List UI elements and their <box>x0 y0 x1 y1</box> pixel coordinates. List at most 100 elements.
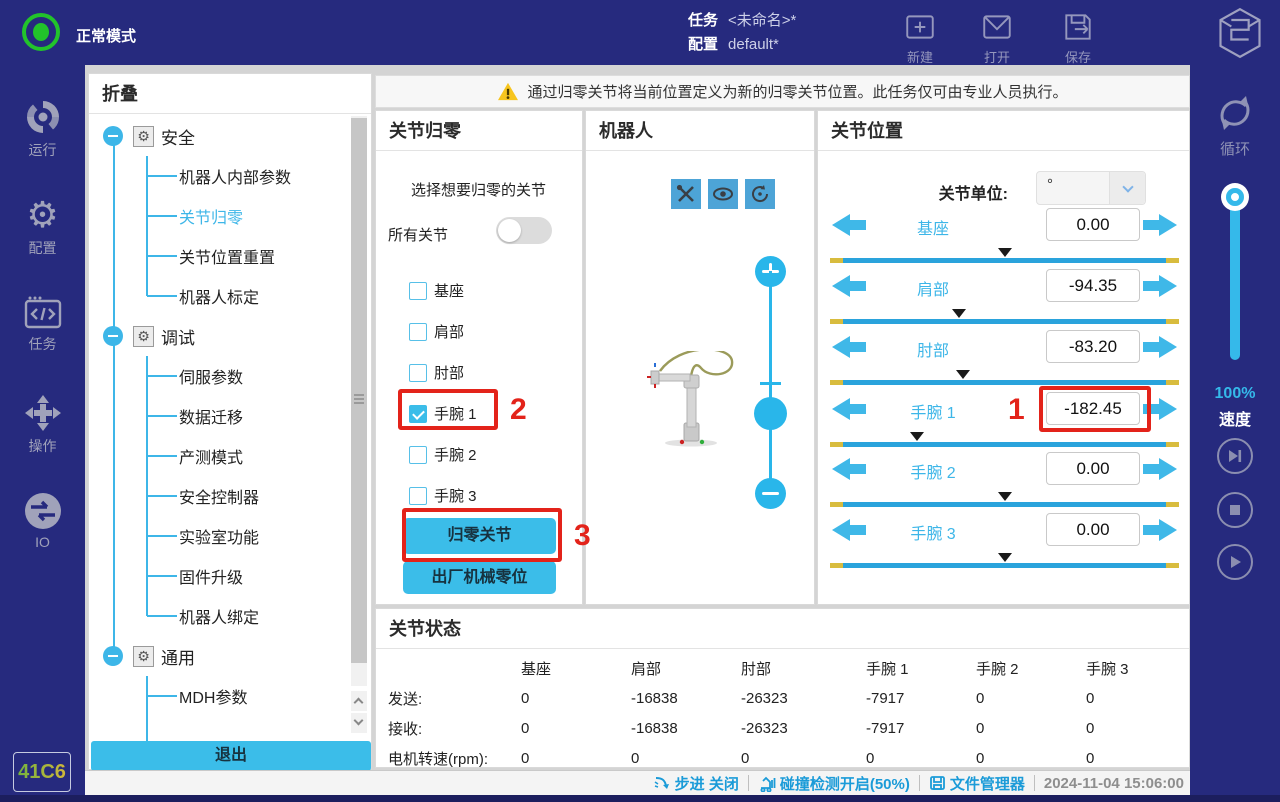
panel-title: 关节位置 <box>818 111 1189 151</box>
joint-value-input[interactable] <box>1046 269 1140 302</box>
checkbox[interactable] <box>409 323 427 341</box>
checkbox-row-elbow[interactable]: 肘部 <box>409 362 464 383</box>
tree-item-firmware-upgrade[interactable]: 固件升级 <box>89 556 371 596</box>
slider-marker[interactable] <box>998 492 1012 501</box>
sidebar-item-config[interactable]: ⚙ 配置 <box>0 195 85 258</box>
joint-decrease-button[interactable] <box>832 398 866 420</box>
tree-item-joint-position-reset[interactable]: 关节位置重置 <box>89 236 371 276</box>
slider-marker[interactable] <box>998 553 1012 562</box>
joint-value-input[interactable] <box>1046 330 1140 363</box>
joint-decrease-button[interactable] <box>832 458 866 480</box>
joint-decrease-button[interactable] <box>832 214 866 236</box>
joint-label[interactable]: 基座 <box>878 215 988 239</box>
joint-label[interactable]: 手腕 1 <box>878 399 988 423</box>
save-button[interactable]: 保存 <box>1046 10 1110 66</box>
robot-3d-view[interactable] <box>646 351 761 451</box>
joint-value-input[interactable] <box>1046 513 1140 546</box>
collapse-icon[interactable] <box>103 646 123 666</box>
play-button[interactable] <box>1217 544 1253 580</box>
sidebar-item-operate[interactable]: 操作 <box>0 393 85 456</box>
joint-decrease-button[interactable] <box>832 275 866 297</box>
save-icon <box>1061 10 1095 44</box>
loop-button[interactable]: 循环 <box>1190 90 1280 159</box>
exit-button[interactable]: 退出 <box>91 741 371 771</box>
tree-item-robot-internal-params[interactable]: 机器人内部参数 <box>89 156 371 196</box>
joint-label[interactable]: 手腕 2 <box>878 459 988 483</box>
tree-item-robot-binding[interactable]: 机器人绑定 <box>89 596 371 636</box>
step-mode-status[interactable]: 步进 关闭 <box>654 773 739 794</box>
joint-increase-button[interactable] <box>1143 336 1177 358</box>
checkbox-row-wrist3[interactable]: 手腕 3 <box>409 485 477 506</box>
joint-slider-track[interactable] <box>830 319 1179 324</box>
joint-increase-button[interactable] <box>1143 214 1177 236</box>
checkbox[interactable] <box>409 487 427 505</box>
joint-slider-track[interactable] <box>830 502 1179 507</box>
joint-unit-select[interactable]: ° <box>1036 171 1146 205</box>
new-button[interactable]: 新建 <box>888 10 952 66</box>
robot-rotate-button[interactable] <box>745 179 775 209</box>
joint-label[interactable]: 肘部 <box>878 337 988 361</box>
cell: -16838 <box>631 720 741 737</box>
joint-decrease-button[interactable] <box>832 519 866 541</box>
tree-item-safety-controller[interactable]: 安全控制器 <box>89 476 371 516</box>
tree-node-safety[interactable]: ⚙ 安全 <box>89 116 371 156</box>
tree-item-servo-params[interactable]: 伺服参数 <box>89 356 371 396</box>
mode-status-icon <box>22 13 60 51</box>
scrollbar-thumb[interactable] <box>351 118 367 663</box>
checkbox[interactable] <box>409 446 427 464</box>
slider-marker[interactable] <box>910 432 924 441</box>
sidebar-item-run[interactable]: 运行 <box>0 97 85 160</box>
joint-increase-button[interactable] <box>1143 458 1177 480</box>
speed-slider-handle[interactable] <box>1221 183 1249 211</box>
slider-marker[interactable] <box>952 309 966 318</box>
factory-zero-button[interactable]: 出厂机械零位 <box>403 561 556 594</box>
tree-header[interactable]: 折叠 <box>89 74 371 114</box>
slider-marker[interactable] <box>998 248 1012 257</box>
zoom-out-button[interactable] <box>755 478 786 509</box>
joint-increase-button[interactable] <box>1143 519 1177 541</box>
sidebar-item-io[interactable]: IO <box>0 491 85 550</box>
checkbox[interactable] <box>409 364 427 382</box>
joint-decrease-button[interactable] <box>832 336 866 358</box>
robot-tools-button[interactable] <box>671 179 701 209</box>
open-button[interactable]: 打开 <box>965 10 1029 66</box>
scroll-up-button[interactable] <box>351 691 367 711</box>
collapse-icon[interactable] <box>103 326 123 346</box>
collision-detect-status[interactable]: 碰撞检测开启(50%) <box>758 773 910 794</box>
tree-node-debug[interactable]: ⚙ 调试 <box>89 316 371 356</box>
checkbox-row-wrist2[interactable]: 手腕 2 <box>409 444 477 465</box>
tree-node-general[interactable]: ⚙ 通用 <box>89 636 371 676</box>
checkbox-row-base[interactable]: 基座 <box>409 280 464 301</box>
status-bar: 步进 关闭 碰撞检测开启(50%) 文件管理器 2024-11-04 15:06… <box>85 770 1190 795</box>
joint-increase-button[interactable] <box>1143 275 1177 297</box>
joint-value-input[interactable] <box>1046 452 1140 485</box>
joint-label[interactable]: 手腕 3 <box>878 520 988 544</box>
joint-slider-track[interactable] <box>830 442 1179 447</box>
zoom-slider-track[interactable] <box>769 271 772 506</box>
tree-scrollbar[interactable] <box>351 116 367 686</box>
file-manager-link[interactable]: 文件管理器 <box>929 773 1025 794</box>
joint-label[interactable]: 肩部 <box>878 276 988 300</box>
tree-item-lab-features[interactable]: 实验室功能 <box>89 516 371 556</box>
collapse-icon[interactable] <box>103 126 123 146</box>
slider-marker[interactable] <box>956 370 970 379</box>
tree-item-robot-calibration[interactable]: 机器人标定 <box>89 276 371 316</box>
joint-slider-track[interactable] <box>830 380 1179 385</box>
speed-slider-track[interactable] <box>1230 195 1240 360</box>
all-joints-label: 所有关节 <box>388 224 448 245</box>
step-next-button[interactable] <box>1217 438 1253 474</box>
tree-item-data-migration[interactable]: 数据迁移 <box>89 396 371 436</box>
checkbox[interactable] <box>409 282 427 300</box>
stop-button[interactable] <box>1217 492 1253 528</box>
all-joints-toggle[interactable] <box>496 217 552 244</box>
joint-value-input[interactable] <box>1046 208 1140 241</box>
tree-item-production-test[interactable]: 产测模式 <box>89 436 371 476</box>
joint-slider-track[interactable] <box>830 258 1179 263</box>
tree-item-mdh-params[interactable]: MDH参数 <box>89 676 371 716</box>
joint-slider-track[interactable] <box>830 563 1179 568</box>
checkbox-row-shoulder[interactable]: 肩部 <box>409 321 464 342</box>
robot-visibility-button[interactable] <box>708 179 738 209</box>
tree-item-joint-homing-selected[interactable]: 关节归零 <box>89 196 371 236</box>
scroll-down-button[interactable] <box>351 713 367 733</box>
sidebar-item-task[interactable]: 任务 <box>0 295 85 354</box>
